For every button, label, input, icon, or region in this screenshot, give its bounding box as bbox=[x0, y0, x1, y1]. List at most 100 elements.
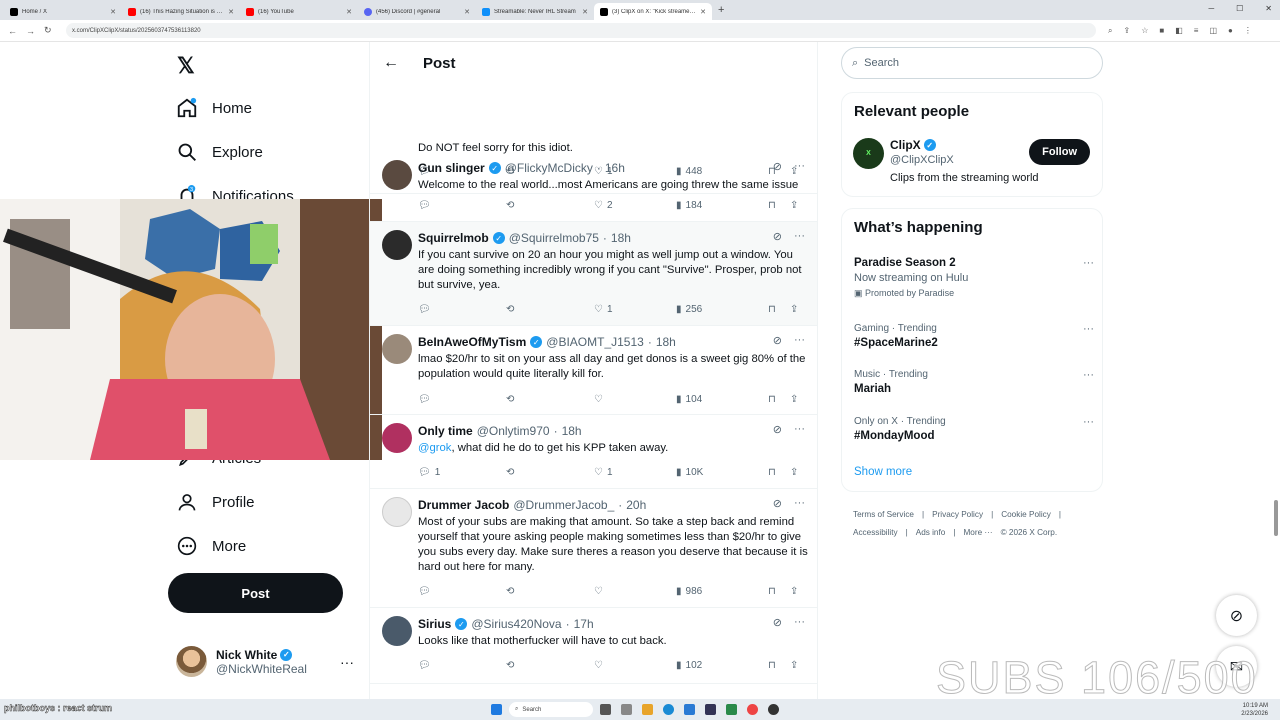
mention-link[interactable]: @grok bbox=[418, 442, 451, 454]
footer-link[interactable]: Ads info bbox=[916, 528, 946, 537]
app-icon[interactable] bbox=[600, 704, 611, 715]
back-arrow-icon[interactable]: ← bbox=[383, 54, 399, 72]
share-icon[interactable]: ⇪ bbox=[790, 304, 798, 315]
views-button[interactable]: ▮ 10K bbox=[676, 467, 768, 478]
bookmark-icon[interactable]: ⊓ bbox=[768, 586, 790, 597]
more-dots-icon[interactable]: ··· bbox=[1083, 323, 1094, 335]
bookmark-icon[interactable]: ⊓ bbox=[768, 394, 790, 405]
browser-tab[interactable]: (16) This Hazing Situation is Cra ✕ bbox=[122, 3, 240, 20]
more-dots-icon[interactable]: ··· bbox=[794, 230, 805, 243]
repost-button[interactable]: ⟲ bbox=[506, 394, 594, 405]
browser-tab[interactable]: (16) YouTube ✕ bbox=[240, 3, 358, 20]
more-dots-icon[interactable]: ··· bbox=[794, 334, 805, 347]
close-icon[interactable]: ✕ bbox=[700, 8, 706, 16]
close-window-icon[interactable]: ✕ bbox=[1265, 4, 1272, 13]
app-icon[interactable] bbox=[768, 704, 779, 715]
like-button[interactable]: ♡ 1 bbox=[594, 304, 676, 315]
reply-tweet[interactable]: BeInAweOfMyTism ✓ @BIAOMT_J1513 · 18h ⊘ ··· l… bbox=[370, 326, 817, 415]
more-dots-icon[interactable]: ··· bbox=[794, 616, 805, 629]
extension-icon[interactable]: ■ bbox=[1159, 26, 1164, 36]
browser-tab[interactable]: Home / X ✕ bbox=[4, 3, 122, 20]
share-icon[interactable]: ⇪ bbox=[790, 394, 798, 405]
repost-button[interactable]: ⟲ bbox=[506, 660, 594, 671]
app-icon[interactable] bbox=[726, 704, 737, 715]
like-button[interactable]: ♡ 2 bbox=[594, 200, 676, 211]
close-icon[interactable]: ✕ bbox=[464, 8, 470, 16]
show-more-link[interactable]: Show more bbox=[854, 466, 912, 478]
views-button[interactable]: ▮ 256 bbox=[676, 304, 768, 315]
browser-tab-active[interactable]: (3) ClipX on X: "Kick streamer N ✕ bbox=[594, 3, 712, 20]
url-field[interactable]: x.com/ClipXClipX/status/2025603747536113… bbox=[66, 23, 1096, 38]
trend-item[interactable]: Music · Trending Mariah ··· bbox=[854, 369, 1094, 395]
close-icon[interactable]: ✕ bbox=[346, 8, 352, 16]
repost-button[interactable]: ⟲ bbox=[506, 304, 594, 315]
reply-tweet[interactable]: Squirrelmob ✓ @Squirrelmob75 · 18h ⊘ ··· If y… bbox=[370, 222, 817, 326]
repost-button[interactable]: ⟲ bbox=[506, 586, 594, 597]
trend-item[interactable]: Paradise Season 2 Now streaming on Hulu … bbox=[854, 257, 1094, 299]
grok-icon[interactable]: ⊘ bbox=[773, 334, 782, 347]
extension-icon[interactable]: ◫ bbox=[1209, 26, 1217, 36]
bookmark-icon[interactable]: ⊓ bbox=[768, 304, 790, 315]
footer-link[interactable]: Terms of Service bbox=[853, 510, 914, 519]
trend-item[interactable]: Only on X · Trending #MondayMood ··· bbox=[854, 416, 1094, 442]
account-switcher[interactable]: Nick White ✓ @NickWhiteReal ··· bbox=[176, 646, 354, 677]
avatar[interactable]: X bbox=[853, 138, 884, 169]
edge-icon[interactable] bbox=[663, 704, 674, 715]
reply-tweet[interactable]: Only time @Onlytim970 · 18h ⊘ ··· @grok, wha… bbox=[370, 415, 817, 489]
grok-fab-icon[interactable]: ⊘ bbox=[1216, 595, 1257, 636]
views-button[interactable]: ▮ 102 bbox=[676, 660, 768, 671]
search-input[interactable]: ⌕ Search bbox=[841, 47, 1103, 79]
app-icon[interactable] bbox=[684, 704, 695, 715]
footer-link[interactable]: Accessibility bbox=[853, 528, 898, 537]
sidebar-item-profile[interactable]: Profile bbox=[176, 491, 255, 513]
like-button[interactable]: ♡ bbox=[594, 660, 676, 671]
close-icon[interactable]: ✕ bbox=[228, 8, 234, 16]
share-icon[interactable]: ⇪ bbox=[790, 660, 798, 671]
grok-icon[interactable]: ⊘ bbox=[773, 616, 782, 629]
new-tab-icon[interactable]: + bbox=[718, 4, 724, 16]
more-dots-icon[interactable]: ··· bbox=[340, 654, 354, 670]
sidebar-item-home[interactable]: Home bbox=[176, 97, 252, 119]
like-button[interactable]: ♡ bbox=[594, 394, 676, 405]
trend-item[interactable]: Gaming · Trending #SpaceMarine2 ··· bbox=[854, 323, 1094, 349]
reply-button[interactable]: 💬︎ bbox=[418, 660, 506, 671]
zoom-icon[interactable]: ⌕ bbox=[1108, 26, 1112, 36]
extension-icon[interactable]: ◧ bbox=[1175, 26, 1183, 36]
bookmark-icon[interactable]: ⊓ bbox=[768, 467, 790, 478]
more-dots-icon[interactable]: ··· bbox=[794, 497, 805, 510]
more-dots-icon[interactable]: ··· bbox=[794, 423, 805, 436]
more-dots-icon[interactable]: ··· bbox=[1083, 257, 1094, 269]
bookmark-star-icon[interactable]: ☆ bbox=[1141, 26, 1148, 36]
like-button[interactable]: ♡ bbox=[594, 586, 676, 597]
more-dots-icon[interactable]: ··· bbox=[794, 160, 805, 173]
grok-icon[interactable]: ⊘ bbox=[773, 230, 782, 243]
close-icon[interactable]: ✕ bbox=[110, 8, 116, 16]
share-icon[interactable]: ⇪ bbox=[790, 586, 798, 597]
maximize-icon[interactable]: ☐ bbox=[1236, 4, 1243, 13]
share-icon[interactable]: ⇪ bbox=[790, 467, 798, 478]
views-button[interactable]: ▮ 104 bbox=[676, 394, 768, 405]
menu-icon[interactable]: ⋮ bbox=[1244, 26, 1252, 36]
follow-button[interactable]: Follow bbox=[1029, 139, 1090, 165]
footer-link[interactable]: Cookie Policy bbox=[1001, 510, 1051, 519]
share-icon[interactable]: ⇪ bbox=[790, 200, 798, 211]
repost-button[interactable]: ⟲ bbox=[506, 467, 594, 478]
footer-link[interactable]: More ··· bbox=[963, 528, 992, 537]
reply-button[interactable]: 💬︎ bbox=[418, 304, 506, 315]
grok-icon[interactable]: ⊘ bbox=[773, 160, 782, 173]
scrollbar[interactable] bbox=[1274, 500, 1278, 536]
chrome-icon[interactable] bbox=[747, 704, 758, 715]
close-icon[interactable]: ✕ bbox=[582, 8, 588, 16]
sidebar-item-explore[interactable]: Explore bbox=[176, 141, 263, 163]
browser-tab[interactable]: Streamable: Never IRL Stream ✕ bbox=[476, 3, 594, 20]
more-dots-icon[interactable]: ··· bbox=[1083, 416, 1094, 428]
system-clock[interactable]: 10:19 AM 2/23/2026 bbox=[1241, 702, 1268, 718]
profile-icon[interactable]: ● bbox=[1228, 26, 1233, 36]
x-logo-icon[interactable]: 𝕏 bbox=[177, 53, 195, 79]
taskbar-search[interactable]: ⌕ Search bbox=[509, 702, 593, 717]
grok-icon[interactable]: ⊘ bbox=[773, 497, 782, 510]
reply-button[interactable]: 💬︎ bbox=[418, 394, 506, 405]
grok-icon[interactable]: ⊘ bbox=[773, 423, 782, 436]
reply-tweet[interactable]: Sirius ✓ @Sirius420Nova · 17h ⊘ ··· Looks lik… bbox=[370, 608, 817, 684]
share-icon[interactable]: ⇪ bbox=[1123, 26, 1130, 36]
